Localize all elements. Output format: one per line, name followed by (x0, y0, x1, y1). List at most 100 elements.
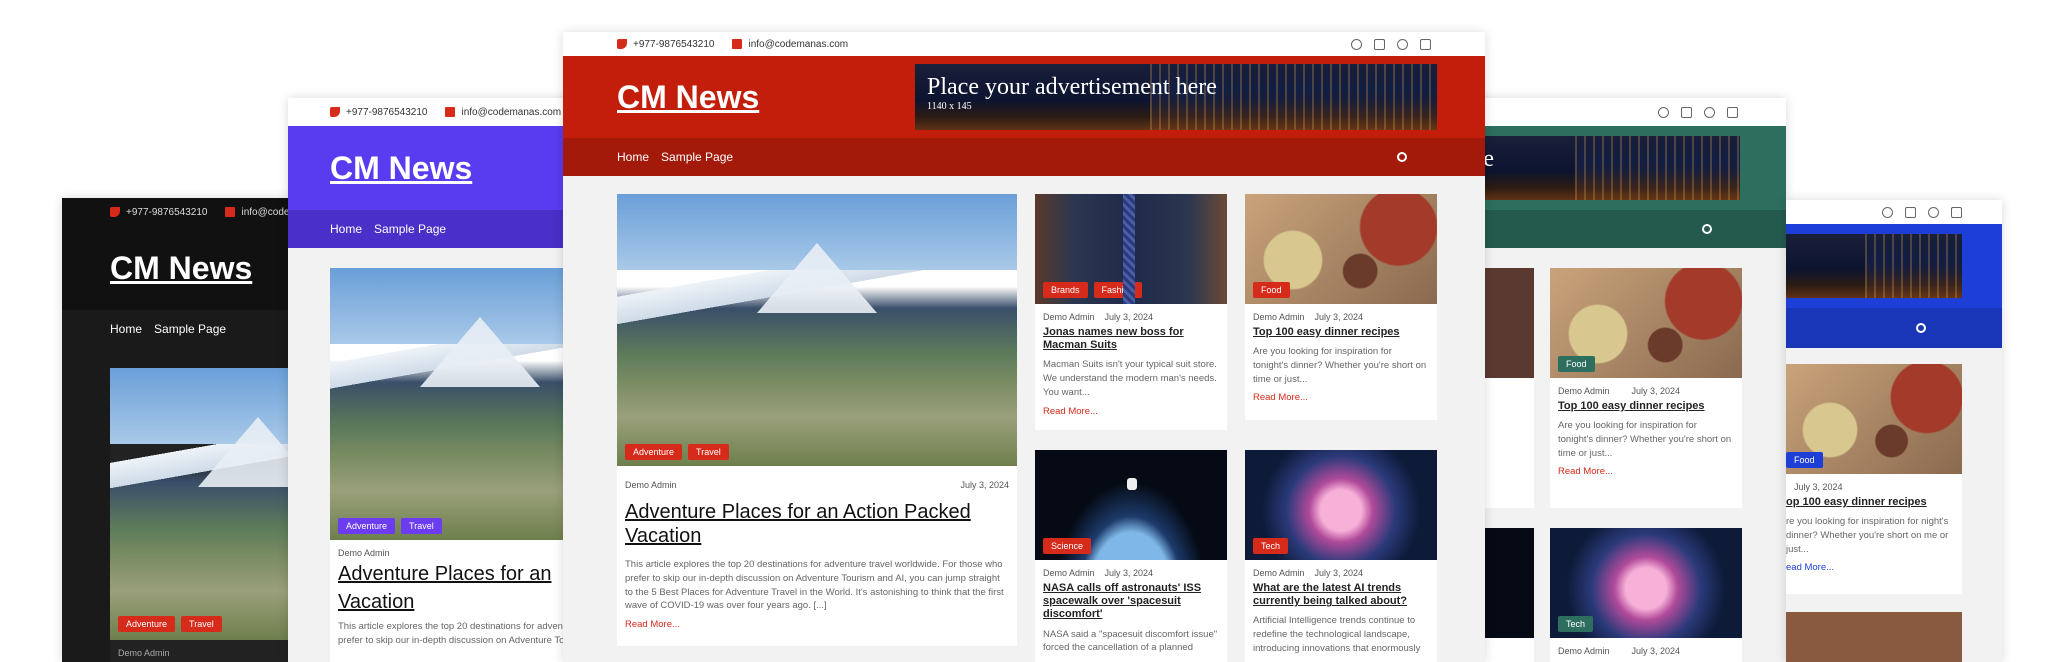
post-author[interactable]: Demo Admin (1043, 568, 1095, 578)
post-image[interactable]: Tech (1245, 450, 1437, 560)
preview-teal-theme: t here uit n man's Food Demo AdminJuly 3… (1440, 98, 1786, 662)
post-title[interactable]: What are the latest AI trends currently … (1245, 578, 1437, 608)
site-logo[interactable]: CM News (110, 250, 252, 287)
site-logo[interactable]: CM News (330, 150, 472, 187)
email-text[interactable]: info@codemanas.com (748, 39, 848, 50)
post-title[interactable]: Top 100 easy dinner recipes (1245, 322, 1437, 339)
tag-brands[interactable]: Brands (1043, 282, 1088, 298)
tag-fashion[interactable]: Fashion (1093, 282, 1142, 298)
tag-food[interactable]: Food (1558, 356, 1595, 372)
post-image[interactable]: Brands Fashion (1035, 194, 1227, 304)
advertisement-banner[interactable]: t here (1440, 136, 1740, 200)
post-card-dinner[interactable]: Food July 3, 2024 op 100 easy dinner rec… (1786, 364, 1962, 594)
post-date[interactable]: July 3, 2024 (1632, 646, 1681, 656)
post-card-dinner[interactable]: Food Demo Admin July 3, 2024 Top 100 eas… (1245, 194, 1437, 420)
tag-food[interactable]: Food (1786, 452, 1823, 468)
post-image[interactable]: Food (1550, 268, 1742, 378)
nav-home[interactable]: Home (617, 150, 649, 164)
search-icon[interactable] (1397, 152, 1407, 162)
linkedin-icon[interactable] (1374, 38, 1385, 50)
pinterest-icon[interactable] (1928, 206, 1939, 218)
post-date[interactable]: July 3, 2024 (1105, 568, 1154, 578)
featured-card[interactable]: Adventure Travel Demo Admin July 3, 2024… (617, 194, 1017, 646)
tag-travel[interactable]: Travel (181, 616, 222, 632)
post-author[interactable]: Demo Admin (338, 548, 390, 558)
read-more-link[interactable]: ead More... (1786, 556, 1962, 573)
post-card-partial[interactable] (1786, 612, 1962, 662)
post-author[interactable]: Demo Admin (1253, 312, 1305, 322)
post-date[interactable]: July 3, 2024 (1794, 482, 1843, 492)
tag-travel[interactable]: Travel (688, 444, 729, 460)
top-bar (1440, 98, 1786, 126)
post-title-line2[interactable]: Vacation (330, 586, 588, 614)
instagram-icon[interactable] (1727, 106, 1738, 118)
post-date[interactable]: July 3, 2024 (1315, 568, 1364, 578)
post-card-jonas[interactable]: Brands Fashion Demo Admin July 3, 2024 J… (1035, 194, 1227, 430)
post-card-dinner[interactable]: Food Demo Admin July 3, 2024 Top 100 easy… (1550, 268, 1742, 508)
post-image[interactable]: Food (1245, 194, 1437, 304)
post-card-ai[interactable]: Tech Demo Admin July 3, 2024 What are th… (1245, 450, 1437, 662)
read-more-link[interactable]: Read More... (1550, 460, 1742, 477)
read-more-link[interactable]: Read More... (1245, 386, 1437, 403)
phone-text[interactable]: +977-9876543210 (346, 107, 427, 118)
post-author[interactable]: Demo Admin (118, 648, 170, 658)
post-title[interactable]: Adventure Places for an Action Packed Va… (617, 490, 1017, 548)
post-card-nasa[interactable]: Science Demo Admin July 3, 2024 NASA cal… (1035, 450, 1227, 662)
tag-science[interactable]: Science (1043, 538, 1092, 554)
post-title[interactable]: Jonas names new boss for Macman Suits (1035, 322, 1227, 352)
search-icon[interactable] (1916, 323, 1926, 333)
post-date[interactable]: July 3, 2024 (1105, 312, 1154, 322)
facebook-icon[interactable] (1658, 106, 1669, 118)
instagram-icon[interactable] (1951, 206, 1962, 218)
post-author[interactable]: Demo Admin (1558, 646, 1610, 656)
read-more-link[interactable]: Read More... (617, 613, 1017, 630)
post-author[interactable]: Demo Admin (1043, 312, 1095, 322)
nav-home[interactable]: Home (330, 222, 362, 236)
post-image[interactable]: Food (1786, 364, 1962, 474)
nav-sample-page[interactable]: Sample Page (154, 322, 226, 336)
tag-adventure[interactable]: Adventure (625, 444, 683, 460)
featured-image[interactable]: Adventure Travel (617, 194, 1017, 466)
pinterest-icon[interactable] (1397, 38, 1408, 50)
search-icon[interactable] (1702, 224, 1712, 234)
tag-tech[interactable]: Tech (1253, 538, 1289, 554)
instagram-icon[interactable] (1420, 38, 1431, 50)
tag-adventure[interactable]: Adventure (118, 616, 176, 632)
pinterest-icon[interactable] (1704, 106, 1715, 118)
featured-image[interactable]: Adventure Travel (330, 268, 588, 540)
facebook-icon[interactable] (1351, 38, 1362, 50)
tag-adventure[interactable]: Adventure (338, 518, 396, 534)
facebook-icon[interactable] (1882, 206, 1893, 218)
advertisement-banner[interactable]: Place your advertisement here 1140 x 145 (915, 64, 1437, 130)
nav-home[interactable]: Home (110, 322, 142, 336)
post-title[interactable]: op 100 easy dinner recipes (1786, 492, 1962, 509)
post-title[interactable]: Adventure Places for an (330, 558, 588, 586)
tag-tech[interactable]: Tech (1558, 616, 1594, 632)
post-date[interactable]: July 3, 2024 (1632, 386, 1681, 396)
tag-travel[interactable]: Travel (401, 518, 442, 534)
post-card-ai[interactable]: Tech Demo Admin July 3, 2024 (1550, 528, 1742, 662)
post-date[interactable]: July 3, 2024 (1315, 312, 1364, 322)
linkedin-icon[interactable] (1905, 206, 1916, 218)
email-text[interactable]: info@codemanas.com (461, 107, 561, 118)
tag-food[interactable]: Food (1253, 282, 1290, 298)
post-author[interactable]: Demo Admin (1558, 386, 1610, 396)
phone-text[interactable]: +977-9876543210 (126, 207, 207, 218)
preview-red-theme: +977-9876543210 info@codemanas.com CM Ne… (563, 32, 1485, 662)
nav-sample-page[interactable]: Sample Page (374, 222, 446, 236)
read-more-link[interactable]: Read More... (1035, 400, 1227, 417)
post-image[interactable]: Tech (1550, 528, 1742, 638)
post-date[interactable]: July 3, 2024 (960, 480, 1009, 490)
post-title[interactable]: NASA calls off astronauts' ISS spacewalk… (1035, 578, 1227, 622)
linkedin-icon[interactable] (1681, 106, 1692, 118)
post-author[interactable]: Demo Admin (625, 480, 677, 490)
nav-sample-page[interactable]: Sample Page (661, 150, 733, 164)
post-excerpt: Macman Suits isn't your typical suit sto… (1043, 359, 1217, 398)
site-logo[interactable]: CM News (617, 79, 759, 116)
featured-card[interactable]: Adventure Travel Demo Admin Adventure Pl… (330, 268, 588, 662)
post-image[interactable]: Science (1035, 450, 1227, 560)
post-title[interactable]: Top 100 easy dinner recipes (1550, 396, 1742, 413)
post-author[interactable]: Demo Admin (1253, 568, 1305, 578)
advertisement-banner[interactable] (1786, 234, 1962, 298)
phone-text[interactable]: +977-9876543210 (633, 39, 714, 50)
